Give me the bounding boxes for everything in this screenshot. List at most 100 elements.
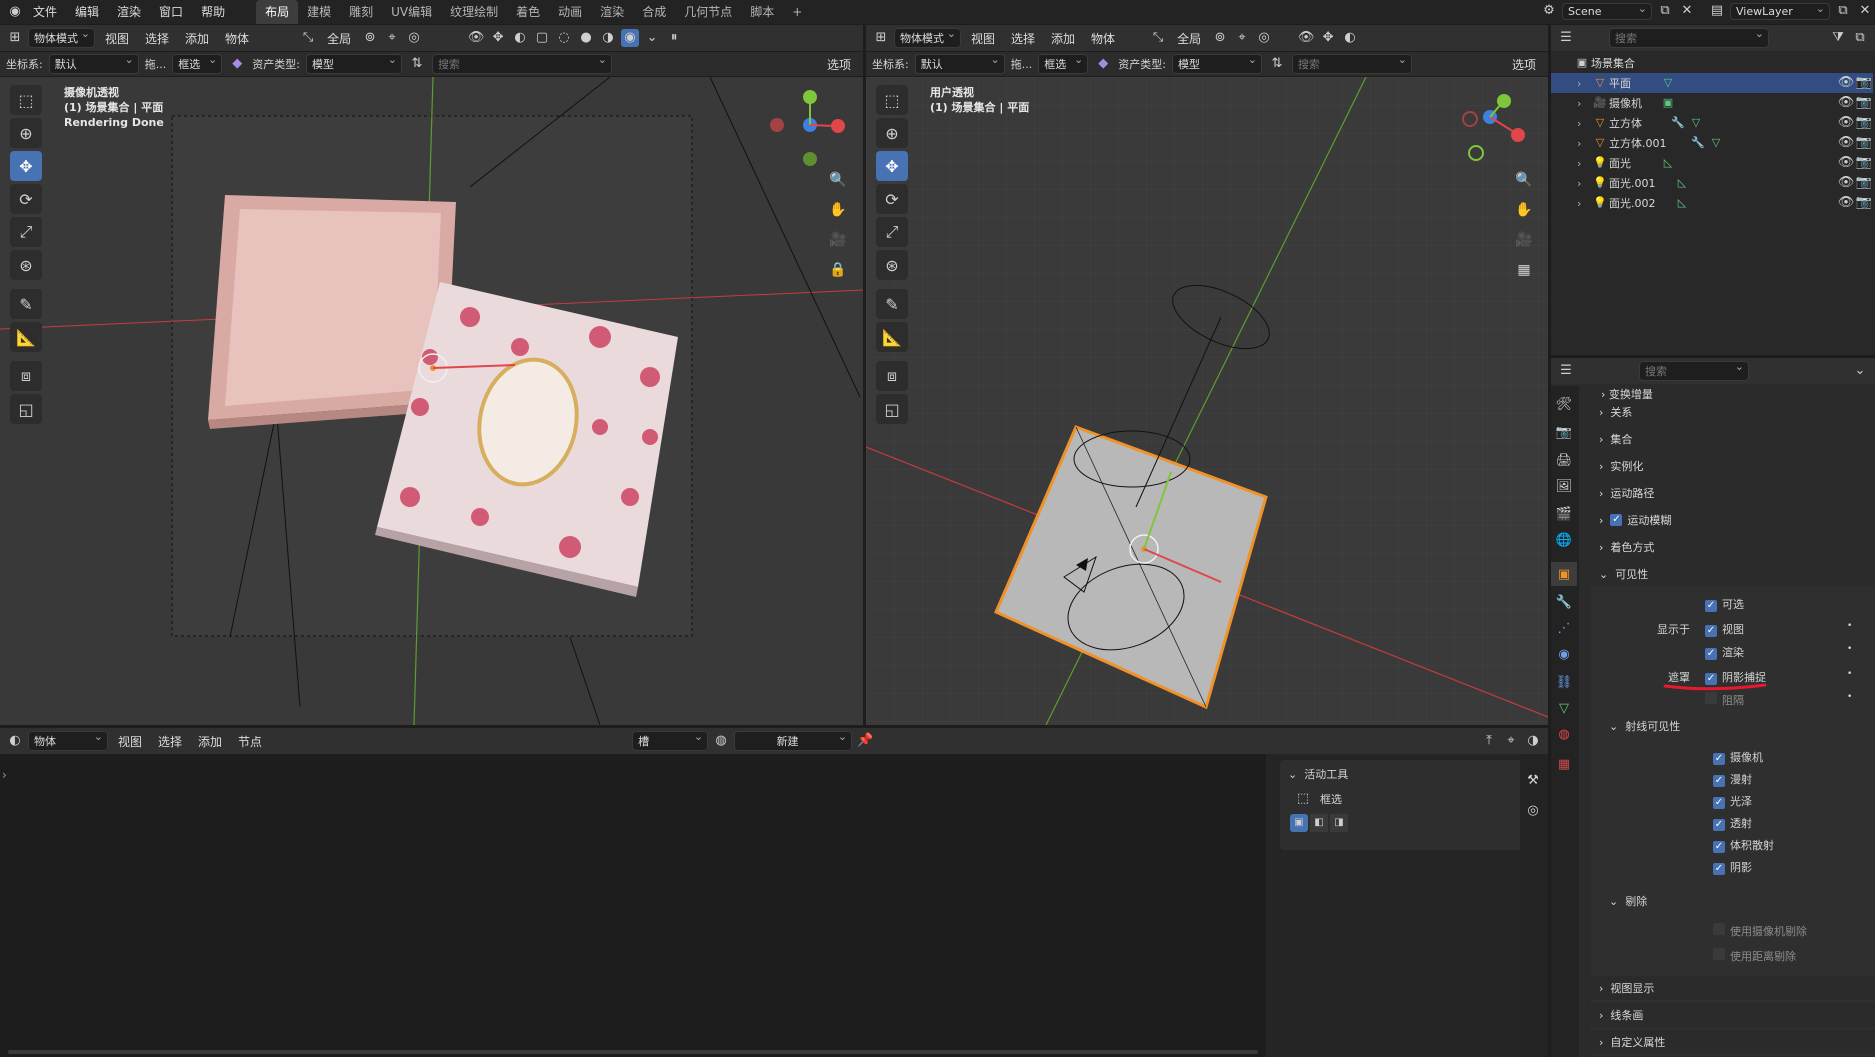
add-cube-tool[interactable]: ⧈ (876, 361, 908, 391)
rotate-tool[interactable]: ⟳ (876, 184, 908, 214)
move-tool[interactable]: ✥ (10, 151, 42, 181)
workspace-tab-layout[interactable]: 布局 (256, 0, 299, 24)
expand-arrow-icon[interactable]: › (1577, 97, 1591, 110)
menu-add[interactable]: 添加 (179, 28, 215, 49)
outliner-item-area-light-001[interactable]: › 💡 面光.001 ◺ 👁 📷 (1551, 173, 1873, 193)
ray-visibility-subpanel[interactable]: ⌄ 射线可见性 (1609, 718, 1680, 734)
eye-icon[interactable]: 👁 (1837, 94, 1855, 112)
select-new-icon[interactable]: ▣ (1290, 814, 1308, 832)
material-slot-dropdown[interactable]: 槽 (632, 730, 709, 751)
coord-system-dropdown[interactable]: 默认 (914, 53, 1005, 74)
expand-toolbar-icon[interactable]: › (2, 768, 7, 782)
cursor-tool[interactable]: ⊕ (876, 118, 908, 148)
delete-scene-icon[interactable]: ✕ (1678, 2, 1696, 20)
pause-render-icon[interactable]: ⏸ (665, 29, 683, 47)
shading-solid-icon[interactable]: ● (577, 29, 595, 47)
interaction-mode-dropdown[interactable]: 物体模式 (894, 27, 961, 48)
culling-subpanel[interactable]: ⌄ 剔除 (1609, 893, 1647, 909)
interaction-mode-dropdown[interactable]: 物体模式 (28, 27, 95, 48)
outliner-editor-icon[interactable]: ☰ (1557, 29, 1575, 47)
transform-tool[interactable]: ⊛ (876, 250, 908, 280)
transform-tool[interactable]: ⊛ (10, 250, 42, 280)
ortho-grid-icon[interactable]: ▦ (1512, 258, 1536, 282)
transform-orientation-dropdown[interactable]: 全局 (321, 28, 357, 49)
section-shading[interactable]: › 着色方式 (1591, 535, 1875, 559)
filter-icon[interactable]: ⇅ (1268, 55, 1286, 73)
eye-icon[interactable]: 👁 (1837, 74, 1855, 92)
particles-tab-icon[interactable]: ⋰ (1551, 616, 1577, 640)
outliner-item-camera[interactable]: › 🎥 摄像机 ▣ 👁 📷 (1551, 93, 1873, 113)
menu-select[interactable]: 选择 (1005, 28, 1041, 49)
render-camera-icon[interactable]: 📷 (1855, 114, 1873, 132)
data-tab-icon[interactable]: ▽ (1551, 696, 1577, 720)
annotate-tool[interactable]: ✎ (876, 289, 908, 319)
filter-icon[interactable]: ⇅ (408, 55, 426, 73)
workspace-tab-texture-paint[interactable]: 纹理绘制 (441, 0, 507, 24)
transform-orientation-icon[interactable]: ⤡ (299, 29, 317, 47)
pin-icon[interactable]: 📌 (856, 732, 874, 750)
view-layer-tab-icon[interactable]: 🖼 (1551, 474, 1577, 498)
add-workspace-button[interactable]: + (783, 0, 811, 24)
render-checkbox-row[interactable]: ✓ 渲染 (1705, 644, 1744, 660)
viewlayer-selector[interactable]: ViewLayer (1730, 2, 1830, 20)
keyframe-dot-icon[interactable]: • (1847, 644, 1852, 654)
overlay-icon[interactable]: ◑ (1524, 732, 1542, 750)
select-mode-dropdown[interactable]: 框选 (172, 53, 223, 74)
extra-tool[interactable]: ◱ (876, 394, 908, 424)
outliner-item-plane[interactable]: › ▽ 平面 ▽ 👁 📷 (1551, 73, 1873, 93)
asset-type-dropdown[interactable]: 模型 (1171, 53, 1262, 74)
zoom-icon[interactable]: 🔍 (826, 168, 850, 192)
render-camera-icon[interactable]: 📷 (1855, 174, 1873, 192)
eye-icon[interactable]: 👁 (1837, 174, 1855, 192)
section-collections[interactable]: › 集合 (1591, 427, 1875, 451)
menu-add[interactable]: 添加 (1045, 28, 1081, 49)
properties-options-icon[interactable]: ⌄ (1851, 362, 1869, 380)
overlay-toggle-icon[interactable]: ◐ (1341, 29, 1359, 47)
left-navigation-gizmo[interactable] (768, 83, 858, 173)
expand-arrow-icon[interactable]: › (1577, 197, 1591, 210)
render-camera-icon[interactable]: 📷 (1855, 154, 1873, 172)
transform-orientation-dropdown[interactable]: 全局 (1171, 28, 1207, 49)
menu-view[interactable]: 视图 (99, 28, 135, 49)
proportional-edit-icon[interactable]: ◎ (405, 29, 423, 47)
left-3d-viewport[interactable]: 摄像机透视 (1) 场景集合 | 平面 Rendering Done ⬚ ⊕ ✥… (0, 77, 863, 725)
constraints-tab-icon[interactable]: ⛓ (1551, 670, 1577, 694)
scene-selector[interactable]: Scene (1562, 2, 1652, 20)
gizmo-toggle-icon[interactable]: ✥ (489, 29, 507, 47)
world-tab-icon[interactable]: 🌐 (1551, 528, 1577, 552)
snap-icon[interactable]: ⌖ (1502, 732, 1520, 750)
scene-tab-icon[interactable]: 🎬 (1551, 502, 1577, 526)
menu-render[interactable]: 渲染 (108, 0, 150, 24)
view-tab-icon[interactable]: ◎ (1520, 798, 1546, 822)
workspace-tab-compositing[interactable]: 合成 (633, 0, 675, 24)
menu-window[interactable]: 窗口 (150, 0, 192, 24)
ray-volume-scatter-checkbox[interactable]: ✓ 体积散射 (1713, 837, 1774, 853)
material-browse-icon[interactable]: ◍ (712, 732, 730, 750)
right-navigation-gizmo[interactable] (1456, 83, 1546, 173)
menu-file[interactable]: 文件 (24, 0, 66, 24)
workspace-tab-modeling[interactable]: 建模 (298, 0, 340, 24)
ray-diffuse-checkbox[interactable]: ✓ 漫射 (1713, 771, 1752, 787)
transform-orientation-icon[interactable]: ⤡ (1149, 29, 1167, 47)
outliner-item-cube[interactable]: › ▽ 立方体 🔧 ▽ 👁 📷 (1551, 113, 1873, 133)
eye-icon[interactable]: 👁 (1837, 114, 1855, 132)
section-instancing[interactable]: › 实例化 (1591, 454, 1875, 478)
annotate-tool[interactable]: ✎ (10, 289, 42, 319)
extra-tool[interactable]: ◱ (10, 394, 42, 424)
menu-view[interactable]: 视图 (965, 28, 1001, 49)
keyframe-dot-icon[interactable]: • (1847, 692, 1852, 702)
overlay-toggle-icon[interactable]: ◐ (511, 29, 529, 47)
asset-type-dropdown[interactable]: 模型 (305, 53, 402, 74)
shading-options-icon[interactable]: ⌄ (643, 29, 661, 47)
new-scene-icon[interactable]: ⧉ (1656, 2, 1674, 20)
snap-icon[interactable]: ⌖ (1233, 29, 1251, 47)
ray-shadow-checkbox[interactable]: ✓ 阴影 (1713, 859, 1752, 875)
outliner-item-cube-001[interactable]: › ▽ 立方体.001 🔧 ▽ 👁 📷 (1551, 133, 1873, 153)
shading-rendered-icon[interactable]: ◉ (621, 29, 640, 47)
tool-tab-icon[interactable]: ⚒ (1520, 768, 1546, 792)
render-camera-icon[interactable]: 📷 (1855, 94, 1873, 112)
section-motion-paths[interactable]: › 运动路径 (1591, 481, 1875, 505)
texture-tab-icon[interactable]: ▦ (1551, 752, 1577, 776)
menu-add[interactable]: 添加 (192, 731, 228, 752)
properties-editor-icon[interactable]: ☰ (1557, 362, 1575, 380)
